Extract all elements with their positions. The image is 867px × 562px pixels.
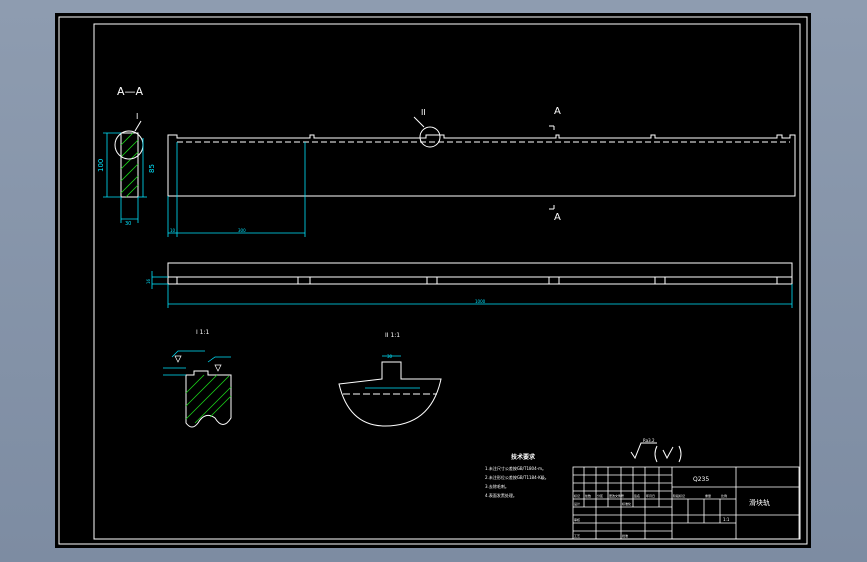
detail-label-2: II: [421, 108, 426, 117]
section-a-a-view: I 100 85 30: [97, 112, 156, 227]
tech-req-item-1: 1.未注尺寸公差按GB/T1804-m。: [485, 465, 546, 471]
section-label: A—A: [117, 85, 144, 98]
tb-label-count: 处数: [585, 493, 591, 498]
dim-section-inner: 85: [148, 164, 156, 173]
tb-label-sign: 签名: [634, 493, 640, 498]
detail-circle-2: [419, 126, 441, 148]
detail-view-2-scale: II 1:1: [385, 332, 400, 339]
outer-frame: [58, 16, 808, 545]
detail-view-1-scale: I 1:1: [196, 329, 210, 336]
tb-label-stage: 阶段标记: [673, 493, 685, 498]
front-view-dimensions: [167, 142, 306, 237]
tb-label-standard: 标准化: [622, 501, 631, 506]
tb-label-change-doc: 更改文件号: [609, 493, 624, 498]
tb-label-mark: 标记: [574, 493, 580, 498]
tech-req-item-2: 2.未注形位公差按GB/T1184-K级。: [485, 474, 549, 480]
detail-view-2: 30: [338, 354, 442, 427]
dim-section-width: 30: [125, 221, 131, 227]
tech-req-title: 技术要求: [511, 453, 536, 461]
tb-label-approve: 批准: [622, 533, 628, 538]
rail-front-view: [167, 134, 796, 197]
dim-detail-small: 30: [387, 354, 393, 359]
tb-label-design: 设计: [574, 501, 580, 506]
detail-label-1: I: [136, 112, 138, 121]
cut-mark-top: A: [554, 106, 561, 117]
tb-label-date: 年月日: [646, 493, 655, 498]
roughness-value: Ra3.2: [643, 438, 655, 443]
tb-label-scale: 比例: [721, 493, 727, 498]
roughness-symbol: [630, 442, 682, 463]
title-block-scale: 1:1: [723, 517, 730, 522]
tech-req-item-3: 3.去除毛刺。: [485, 483, 509, 489]
dim-overall-length: 1000: [475, 299, 486, 304]
tb-label-review: 审核: [574, 517, 580, 522]
cut-mark-bottom: A: [554, 212, 561, 223]
inner-frame: [93, 23, 801, 540]
detail-circle-1: [114, 130, 144, 160]
tb-label-weight: 重量: [705, 493, 711, 498]
title-block-part-name: 滑块轨: [749, 498, 770, 507]
tb-label-zone: 分区: [597, 493, 603, 498]
dim-offset-small: 10: [170, 228, 176, 233]
dim-thickness: 16: [146, 278, 151, 284]
tb-label-process: 工艺: [574, 533, 580, 538]
dim-slot-span: 300: [238, 228, 246, 233]
detail-view-1: [163, 350, 232, 428]
title-block-material: Q235: [693, 476, 709, 483]
drawing-sheet: A—A I 100 85 30 II A A 10 300 1000 16 I …: [55, 13, 811, 548]
tech-req-item-4: 4.表面发黑处理。: [485, 492, 517, 498]
dim-section-height: 100: [97, 159, 105, 172]
rail-top-view: [167, 262, 793, 285]
